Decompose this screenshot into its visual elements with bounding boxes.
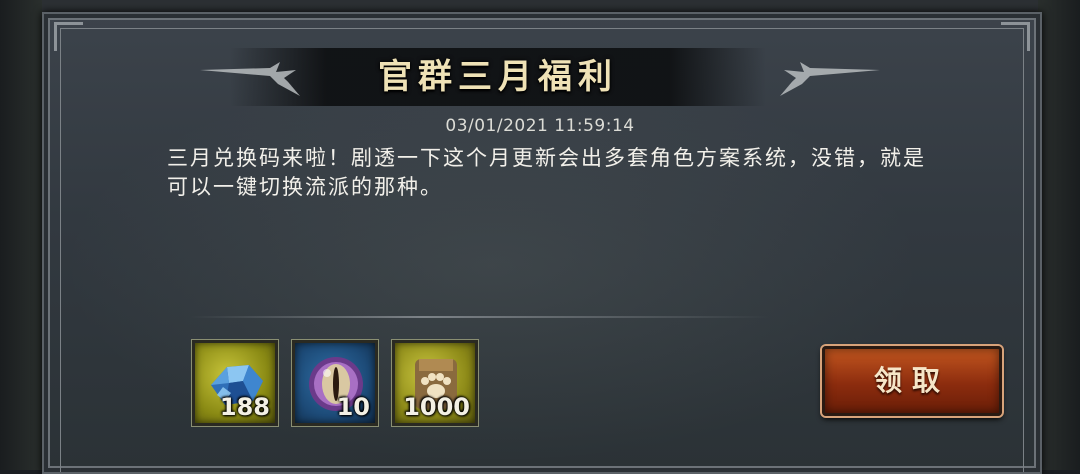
frame-corner-ornament: [54, 22, 83, 51]
right-edge-decoration: [1038, 0, 1080, 470]
announcement-title: 官群三月福利: [378, 57, 618, 97]
reward-item-gems[interactable]: 188: [192, 340, 278, 426]
reward-quantity: 10: [336, 393, 370, 421]
reward-quantity: 188: [219, 393, 270, 421]
divider: [190, 316, 770, 318]
claim-button[interactable]: 领取: [822, 346, 1002, 416]
announcement-body: 三月兑换码来啦！剧透一下这个月更新会出多套角色方案系统，没错，就是可以一键切换流…: [167, 146, 926, 199]
frame-corner-ornament: [1001, 22, 1030, 51]
reward-item-pouch[interactable]: 1000: [392, 340, 478, 426]
reward-quantity: 1000: [403, 393, 470, 421]
announcement-timestamp: 03/01/2021 11:59:14: [445, 116, 635, 136]
title-ornament-right-icon: [780, 62, 880, 96]
reward-item-eye-orb[interactable]: 10: [292, 340, 378, 426]
left-edge-decoration: [0, 0, 42, 470]
